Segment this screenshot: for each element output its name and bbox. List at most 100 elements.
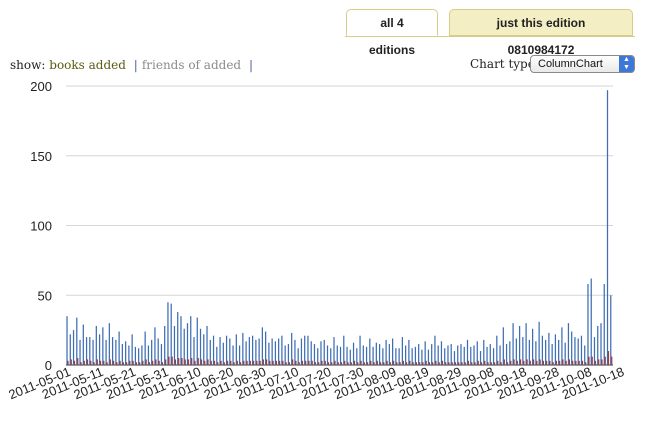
bar-friends-of-added — [435, 360, 437, 365]
bar-books-added — [95, 325, 97, 365]
bar-books-added — [180, 316, 182, 365]
bar-friends-of-added — [484, 360, 486, 365]
bar-friends-of-added — [412, 362, 414, 365]
bar-books-added — [160, 344, 163, 365]
bar-friends-of-added — [334, 360, 336, 365]
bar-books-added — [131, 334, 133, 365]
bar-friends-of-added — [311, 360, 313, 365]
bar-books-added — [580, 335, 583, 365]
bar-books-added — [72, 330, 75, 366]
bar-friends-of-added — [165, 359, 167, 365]
bar-friends-of-added — [376, 360, 378, 365]
bar-friends-of-added — [148, 362, 151, 365]
bar-friends-of-added — [353, 360, 356, 365]
bar-friends-of-added — [409, 360, 411, 365]
bar-friends-of-added — [428, 362, 431, 365]
bar-books-added — [489, 344, 491, 365]
bar-friends-of-added — [90, 360, 92, 365]
bar-books-added — [203, 334, 205, 365]
bar-friends-of-added — [174, 359, 177, 365]
bar-books-added — [196, 317, 198, 365]
bar-friends-of-added — [415, 362, 417, 365]
bar-friends-of-added — [405, 362, 408, 365]
bar-friends-of-added — [474, 362, 476, 365]
bar-books-added — [600, 323, 602, 365]
bar-friends-of-added — [480, 362, 483, 365]
bar-books-added — [512, 323, 514, 365]
bar-books-added — [242, 332, 244, 365]
bar-books-added — [590, 278, 592, 365]
bar-books-added — [378, 344, 381, 365]
bar-books-added — [66, 316, 68, 365]
bar-books-added — [76, 317, 78, 365]
bar-friends-of-added — [601, 359, 603, 365]
bar-friends-of-added — [432, 362, 434, 365]
bar-friends-of-added — [272, 360, 274, 365]
bar-friends-of-added — [578, 360, 580, 365]
bar-friends-of-added — [568, 359, 571, 365]
y-tick-label: 100 — [30, 219, 52, 234]
bar-friends-of-added — [344, 360, 346, 365]
bar-friends-of-added — [298, 362, 300, 365]
bar-friends-of-added — [213, 360, 216, 365]
bar-friends-of-added — [445, 362, 447, 365]
bar-friends-of-added — [461, 362, 463, 365]
bar-books-added — [431, 344, 433, 365]
bar-books-added — [102, 327, 104, 365]
bar-friends-of-added — [392, 360, 395, 365]
bar-books-added — [473, 345, 475, 365]
bar-books-added — [177, 311, 179, 365]
bar-friends-of-added — [70, 359, 72, 365]
bar-books-added — [505, 344, 508, 365]
bar-friends-of-added — [604, 356, 606, 365]
bar-friends-of-added — [526, 359, 528, 365]
bar-books-added — [606, 90, 609, 365]
bar-books-added — [190, 316, 192, 365]
bar-friends-of-added — [383, 362, 385, 365]
bar-friends-of-added — [360, 360, 362, 365]
bar-books-added — [147, 345, 150, 365]
bar-friends-of-added — [559, 360, 561, 365]
bar-books-added — [79, 339, 81, 365]
bar-friends-of-added — [230, 360, 232, 365]
bar-friends-of-added — [282, 360, 284, 365]
bar-books-added — [287, 344, 290, 365]
bar-friends-of-added — [536, 360, 538, 365]
bar-friends-of-added — [471, 362, 473, 365]
bar-friends-of-added — [256, 360, 258, 365]
bar-friends-of-added — [295, 360, 297, 365]
bar-friends-of-added — [575, 360, 577, 365]
bar-books-added — [225, 335, 228, 365]
bar-friends-of-added — [106, 362, 108, 365]
bar-books-added — [108, 323, 110, 365]
bar-books-added — [587, 284, 589, 365]
bar-books-added — [343, 335, 345, 365]
bar-books-added — [584, 345, 586, 365]
bar-friends-of-added — [279, 360, 281, 365]
bar-books-added — [206, 325, 208, 365]
bar-books-added — [326, 345, 329, 365]
bar-friends-of-added — [529, 360, 531, 365]
bar-friends-of-added — [441, 360, 444, 365]
bar-friends-of-added — [503, 359, 505, 365]
bar-books-added — [222, 342, 224, 365]
bar-books-added — [167, 302, 169, 365]
bar-books-added — [551, 344, 553, 365]
y-tick-label: 150 — [30, 149, 52, 164]
bar-friends-of-added — [337, 362, 339, 365]
bar-friends-of-added — [220, 360, 222, 365]
bar-friends-of-added — [607, 351, 610, 365]
bar-friends-of-added — [506, 362, 509, 365]
bar-friends-of-added — [99, 360, 102, 365]
bar-friends-of-added — [86, 359, 89, 365]
bar-friends-of-added — [122, 362, 124, 365]
bar-books-added — [567, 323, 570, 365]
bar-friends-of-added — [142, 360, 144, 365]
bar-books-added — [525, 323, 527, 365]
bar-friends-of-added — [132, 360, 134, 365]
bar-books-added — [460, 344, 462, 365]
bar-books-added — [518, 325, 521, 365]
bar-books-added — [98, 334, 101, 365]
bar-books-added — [418, 344, 420, 365]
bar-books-added — [121, 344, 123, 365]
